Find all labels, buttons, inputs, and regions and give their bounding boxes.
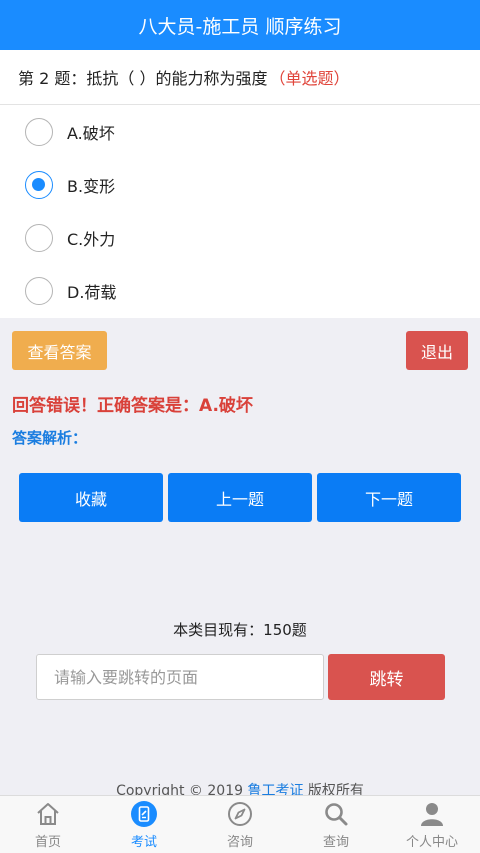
tab-label: 个人中心 — [405, 835, 458, 850]
option-c[interactable]: C.外力 — [0, 211, 480, 264]
option-b[interactable]: B.变形 — [0, 158, 480, 211]
option-d[interactable]: D.荷载 — [0, 264, 480, 317]
tab-profile[interactable]: 个人中心 — [384, 796, 480, 853]
tab-exam[interactable]: 考试 — [96, 796, 192, 853]
option-label: B.变形 — [67, 176, 116, 196]
user-icon — [421, 803, 443, 826]
option-label: D.荷载 — [67, 282, 117, 302]
tab-consult[interactable]: 咨询 — [192, 796, 288, 853]
jump-button[interactable]: 跳转 — [328, 654, 445, 700]
compass-icon — [228, 802, 252, 826]
analysis-label: 答案解析： — [12, 429, 88, 447]
option-label: C.外力 — [67, 229, 116, 249]
next-question-button[interactable]: 下一题 — [317, 473, 461, 522]
tab-label: 查询 — [322, 835, 349, 850]
jump-page-input[interactable] — [36, 654, 324, 700]
question-stem: 第 2 题：抵抗（ ）的能力称为强度 （单选题） — [0, 50, 480, 105]
tab-label: 咨询 — [226, 835, 253, 850]
app-header: 八大员-施工员 顺序练习 — [0, 0, 480, 50]
page-title: 八大员-施工员 顺序练习 — [138, 15, 342, 38]
option-label: A.破坏 — [67, 123, 115, 143]
home-icon — [37, 803, 59, 825]
tab-home[interactable]: 首页 — [0, 796, 96, 853]
result-message: 回答错误！正确答案是：A.破坏 — [12, 396, 253, 416]
radio-a[interactable] — [25, 117, 53, 146]
tab-bar: 首页 考试 咨询 查询 个人中心 — [0, 795, 480, 853]
radio-b[interactable] — [25, 170, 53, 199]
question-text: 第 2 题：抵抗（ ）的能力称为强度 — [18, 69, 268, 88]
options-list: A.破坏 B.变形 C.外力 D.荷载 — [0, 105, 480, 318]
show-answer-button[interactable]: 查看答案 — [12, 331, 107, 370]
option-a[interactable]: A.破坏 — [0, 105, 480, 158]
exit-button[interactable]: 退出 — [406, 331, 468, 370]
tab-label: 首页 — [34, 835, 61, 850]
total-count: 本类目现有：150题 — [173, 621, 307, 639]
tab-query[interactable]: 查询 — [288, 796, 384, 853]
favorite-button[interactable]: 收藏 — [19, 473, 163, 522]
exam-icon — [131, 801, 157, 827]
radio-c[interactable] — [25, 223, 53, 252]
tab-label: 考试 — [130, 835, 157, 850]
radio-d[interactable] — [25, 276, 53, 305]
prev-question-button[interactable]: 上一题 — [168, 473, 312, 522]
question-type: （单选题） — [269, 69, 350, 88]
search-icon — [325, 803, 348, 826]
